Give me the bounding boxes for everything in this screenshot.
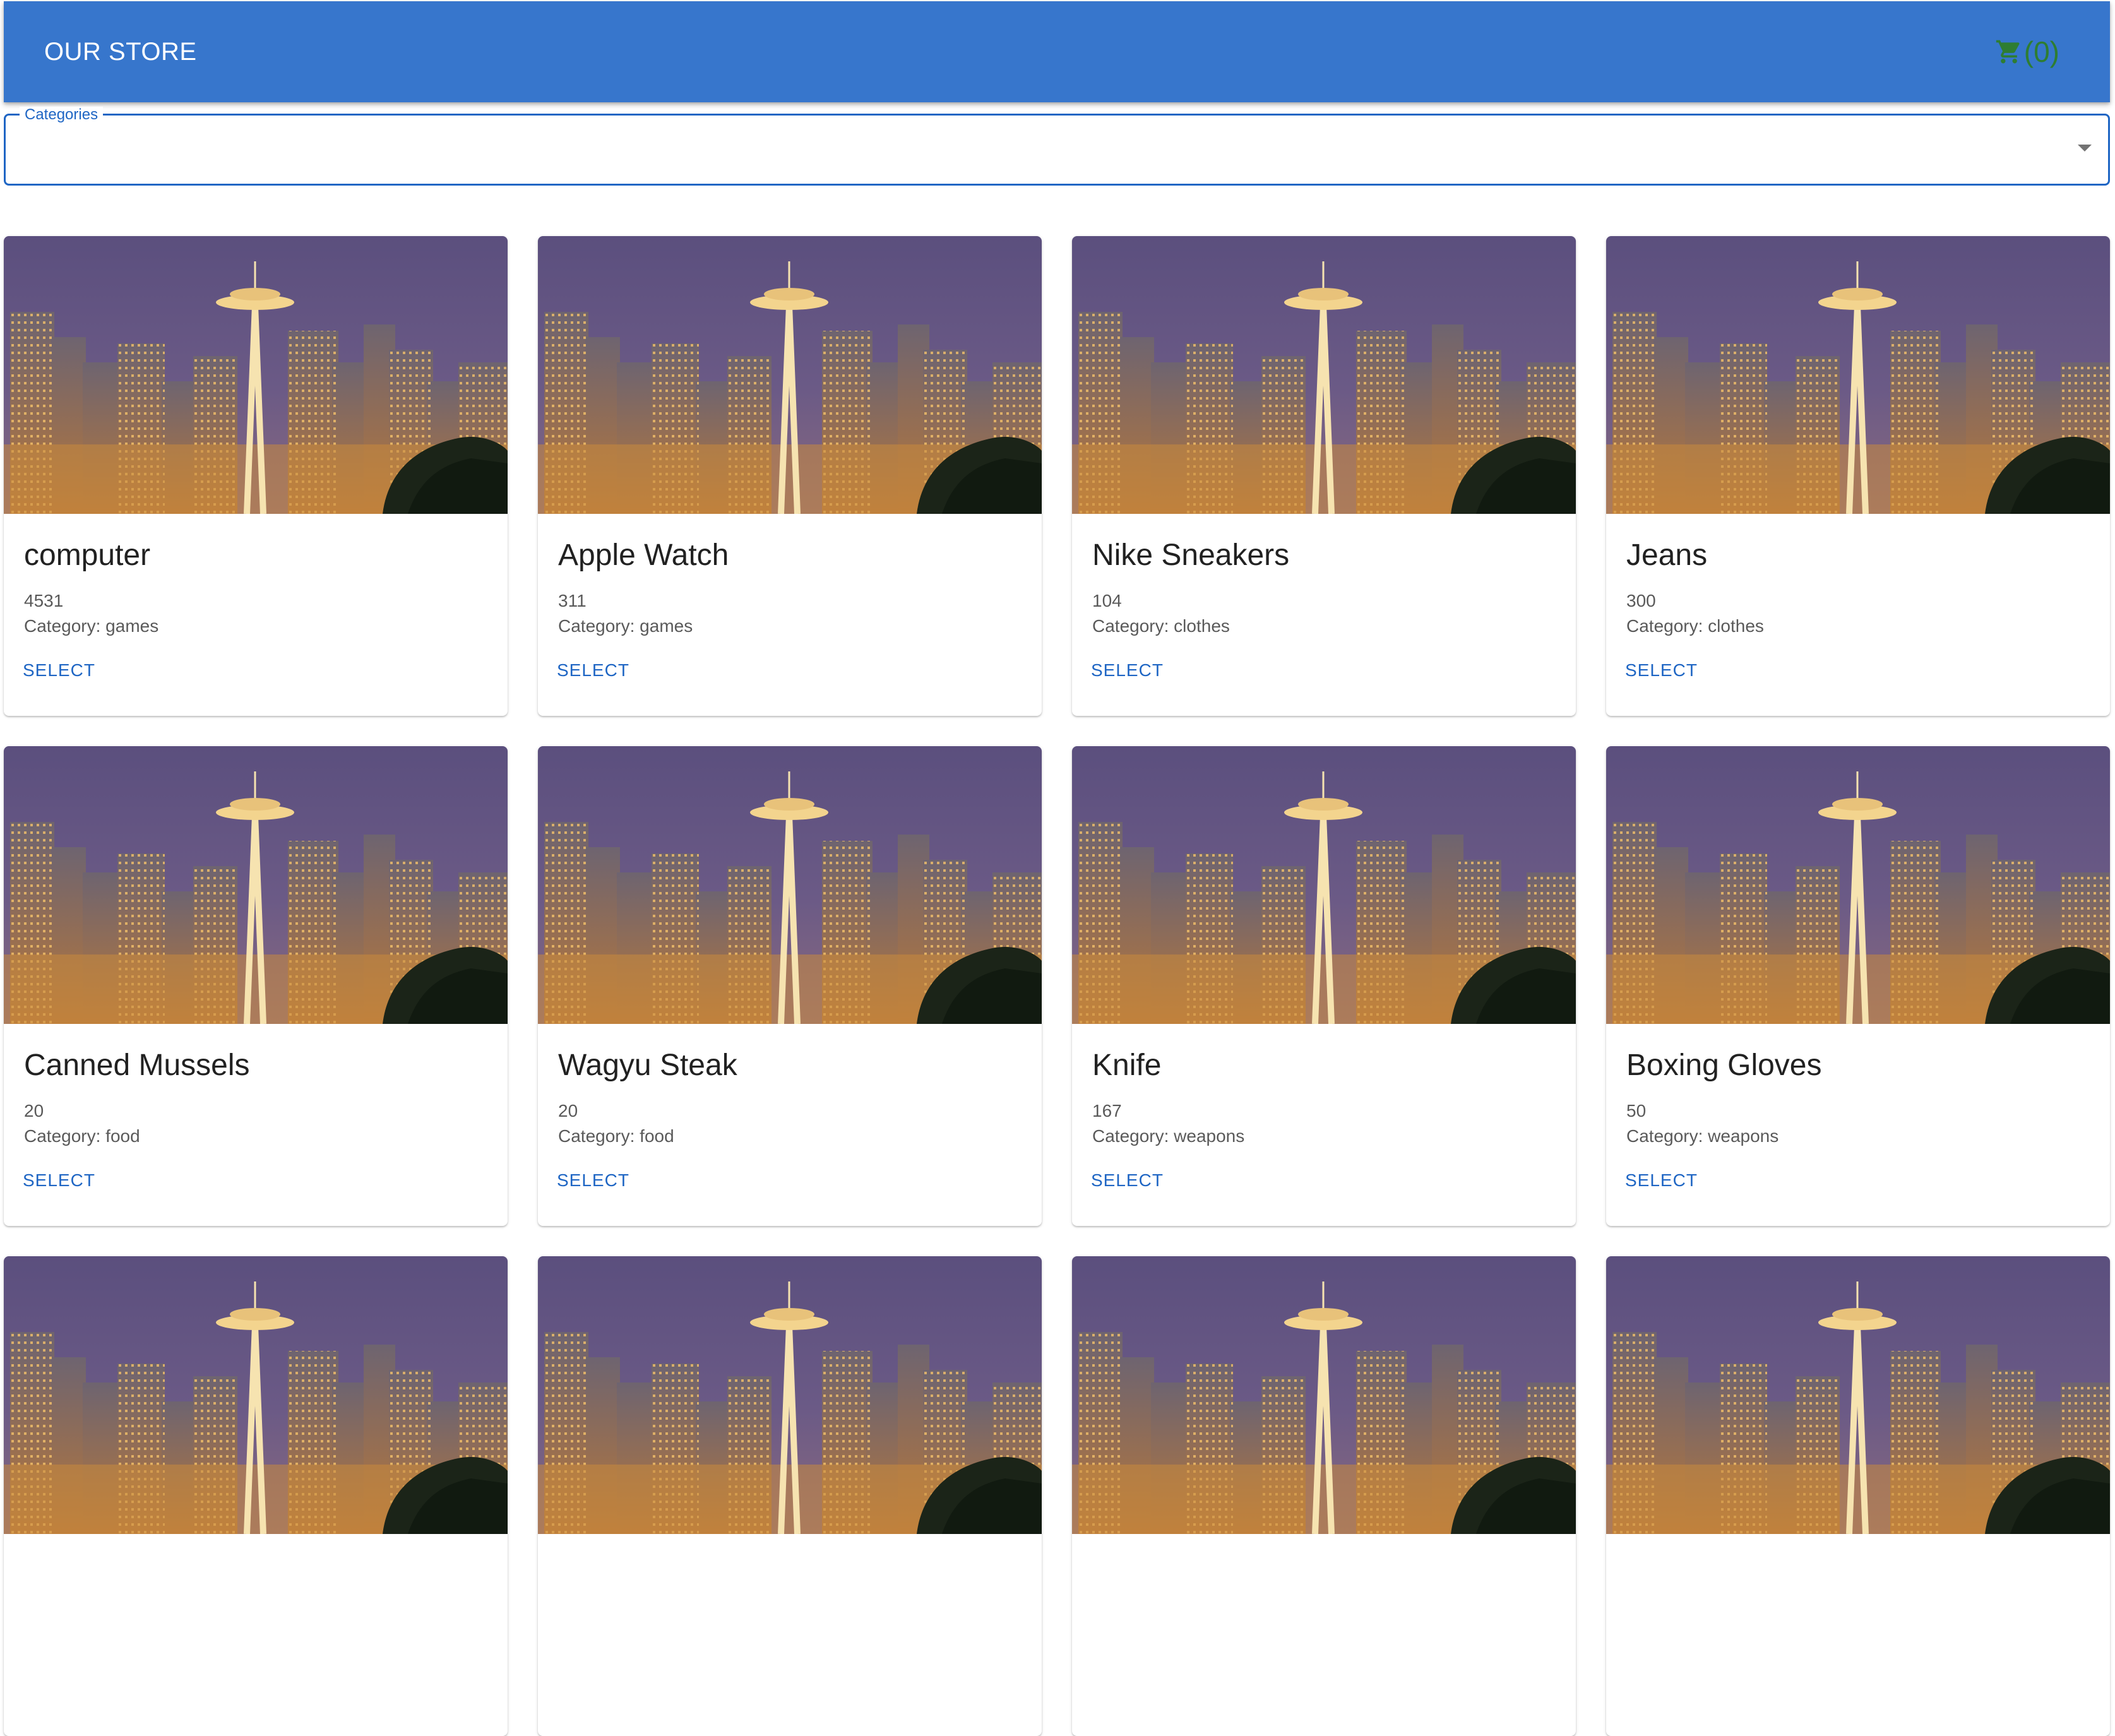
product-name: Knife [1092, 1049, 1162, 1082]
product-grid: computer 4531 Category: games SELECT App… [4, 236, 2110, 1736]
product-image [1606, 236, 2110, 514]
product-price: 20 [24, 1101, 44, 1121]
product-name: Nike Sneakers [1092, 538, 1290, 572]
product-card: computer 4531 Category: games SELECT [4, 236, 508, 716]
product-category: Category: clothes [1626, 616, 1764, 636]
product-price: 4531 [24, 591, 64, 610]
product-name: Wagyu Steak [558, 1049, 737, 1082]
select-button[interactable]: SELECT [1088, 657, 1166, 684]
product-image [538, 236, 1042, 514]
product-image [1606, 1256, 2110, 1534]
product-name: computer [24, 538, 151, 572]
product-image [1072, 746, 1576, 1024]
select-button[interactable]: SELECT [554, 657, 632, 684]
store-title: OUR STORE [44, 37, 197, 66]
select-button[interactable]: SELECT [1623, 1167, 1700, 1194]
product-category: Category: games [558, 616, 693, 636]
product-card [538, 1256, 1042, 1736]
select-button[interactable] [1623, 1677, 1628, 1684]
product-image [4, 1256, 508, 1534]
select-button[interactable] [1088, 1677, 1093, 1684]
select-button[interactable]: SELECT [1088, 1167, 1166, 1194]
product-card: Boxing Gloves 50 Category: weapons SELEC… [1606, 746, 2110, 1226]
select-button[interactable]: SELECT [554, 1167, 632, 1194]
product-name: Canned Mussels [24, 1049, 250, 1082]
product-card: Knife 167 Category: weapons SELECT [1072, 746, 1576, 1226]
product-name: Jeans [1626, 538, 1708, 572]
product-price: 300 [1626, 591, 1656, 610]
product-image [1072, 1256, 1576, 1534]
product-category: Category: food [24, 1126, 140, 1146]
cart-count: (0) [2023, 35, 2059, 68]
product-image [4, 236, 508, 514]
product-card [1606, 1256, 2110, 1736]
product-price: 20 [558, 1101, 578, 1121]
select-button[interactable] [20, 1677, 25, 1684]
product-image [538, 746, 1042, 1024]
categories-select[interactable]: Categories [4, 107, 2110, 186]
product-card: Apple Watch 311 Category: games SELECT [538, 236, 1042, 716]
product-category: Category: food [558, 1126, 674, 1146]
product-price: 104 [1092, 591, 1122, 610]
select-button[interactable]: SELECT [20, 657, 98, 684]
product-image [538, 1256, 1042, 1534]
product-card: Canned Mussels 20 Category: food SELECT [4, 746, 508, 1226]
product-price: 167 [1092, 1101, 1122, 1121]
select-button[interactable]: SELECT [1623, 657, 1700, 684]
product-card [4, 1256, 508, 1736]
product-image [1072, 236, 1576, 514]
product-card: Nike Sneakers 104 Category: clothes SELE… [1072, 236, 1576, 716]
product-price: 311 [558, 591, 587, 610]
product-category: Category: games [24, 616, 159, 636]
product-image [4, 746, 508, 1024]
select-button[interactable] [554, 1677, 559, 1684]
app-bar: OUR STORE (0) [4, 1, 2110, 102]
product-card: Jeans 300 Category: clothes SELECT [1606, 236, 2110, 716]
select-button[interactable]: SELECT [20, 1167, 98, 1194]
shopping-cart-icon [1996, 40, 2020, 64]
product-name: Boxing Gloves [1626, 1049, 1822, 1082]
dropdown-arrow-icon [2078, 145, 2092, 152]
product-image [1606, 746, 2110, 1024]
categories-label: Categories [20, 107, 104, 123]
product-name: Apple Watch [558, 538, 729, 572]
product-card: Wagyu Steak 20 Category: food SELECT [538, 746, 1042, 1226]
cart-button[interactable]: (0) [1995, 35, 2059, 69]
product-card [1072, 1256, 1576, 1736]
product-price: 50 [1626, 1101, 1647, 1121]
product-category: Category: clothes [1092, 616, 1230, 636]
product-category: Category: weapons [1626, 1126, 1779, 1146]
product-category: Category: weapons [1092, 1126, 1245, 1146]
